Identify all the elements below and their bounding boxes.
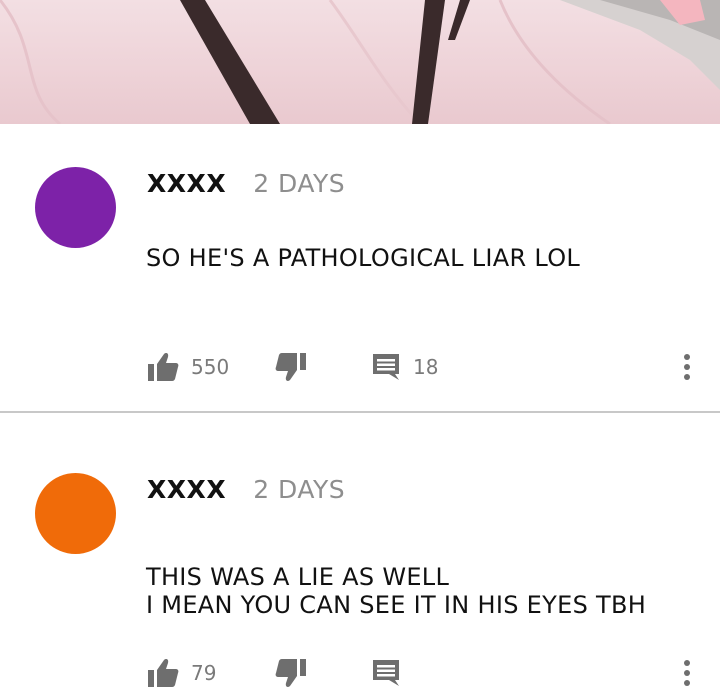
thumbs-up-icon bbox=[147, 352, 179, 382]
timestamp: 2 DAYS bbox=[253, 169, 346, 198]
reply-button[interactable] bbox=[371, 653, 413, 693]
username[interactable]: XXXX bbox=[147, 475, 226, 504]
comment-text: THIS WAS A LIE AS WELL I MEAN YOU CAN SE… bbox=[146, 563, 646, 619]
comment-actions: 79 bbox=[0, 653, 720, 693]
comment-line: THIS WAS A LIE AS WELL bbox=[146, 563, 450, 591]
more-options-button[interactable] bbox=[677, 653, 697, 693]
timestamp: 2 DAYS bbox=[253, 475, 346, 504]
like-count: 79 bbox=[191, 661, 217, 685]
more-vertical-icon bbox=[677, 352, 697, 382]
comment-icon bbox=[371, 658, 401, 688]
comment-item: XXXX 2 DAYS SO HE'S A PATHOLOGICAL LIAR … bbox=[0, 124, 720, 412]
thumbs-down-icon bbox=[275, 658, 307, 688]
dislike-button[interactable] bbox=[275, 653, 307, 693]
username[interactable]: XXXX bbox=[147, 169, 226, 198]
comment-meta: XXXX 2 DAYS bbox=[147, 475, 345, 504]
reply-button[interactable]: 18 bbox=[371, 347, 438, 387]
reply-count: 18 bbox=[413, 355, 439, 379]
dislike-button[interactable] bbox=[275, 347, 307, 387]
comic-panel-image bbox=[0, 0, 720, 124]
comment-text: SO HE'S A PATHOLOGICAL LIAR LOL bbox=[146, 244, 580, 272]
like-button[interactable]: 79 bbox=[147, 653, 216, 693]
comment-item: XXXX 2 DAYS THIS WAS A LIE AS WELL I MEA… bbox=[0, 413, 720, 700]
like-count: 550 bbox=[191, 355, 230, 379]
comment-icon bbox=[371, 352, 401, 382]
avatar[interactable] bbox=[35, 167, 116, 248]
thumbs-up-icon bbox=[147, 658, 179, 688]
more-vertical-icon bbox=[677, 658, 697, 688]
comment-line: I MEAN YOU CAN SEE IT IN HIS EYES TBH bbox=[146, 591, 647, 619]
comment-line: SO HE'S A PATHOLOGICAL LIAR LOL bbox=[146, 244, 581, 272]
like-button[interactable]: 550 bbox=[147, 347, 229, 387]
thumbs-down-icon bbox=[275, 352, 307, 382]
comment-meta: XXXX 2 DAYS bbox=[147, 169, 345, 198]
more-options-button[interactable] bbox=[677, 347, 697, 387]
comment-actions: 550 18 bbox=[0, 347, 720, 387]
avatar[interactable] bbox=[35, 473, 116, 554]
